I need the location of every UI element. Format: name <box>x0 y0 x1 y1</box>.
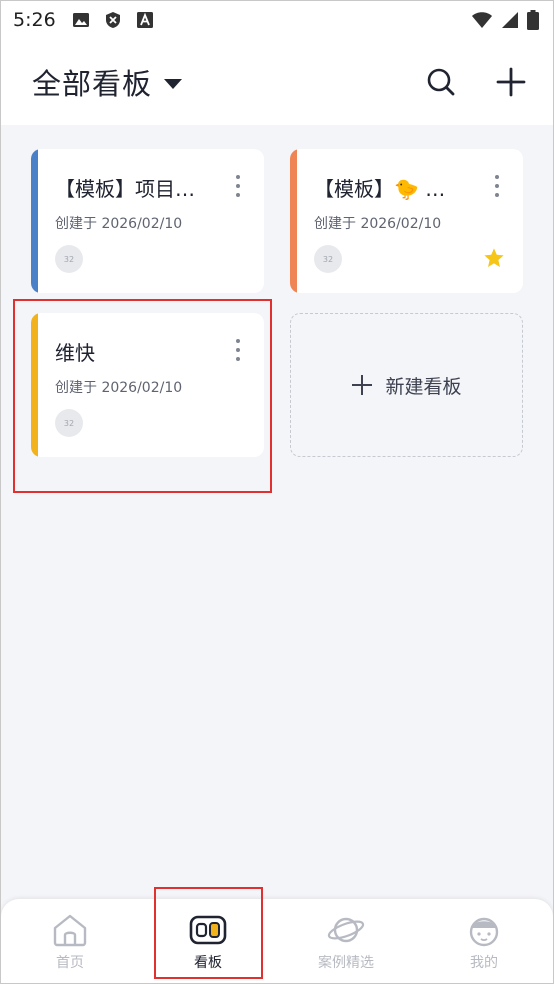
board-filter-title[interactable]: 全部看板 <box>32 61 152 103</box>
nav-label-me: 我的 <box>470 955 498 971</box>
nav-label-home: 首页 <box>56 955 84 971</box>
board-created-date: 创建于 2026/02/10 <box>55 380 183 396</box>
more-options-icon[interactable] <box>489 175 505 197</box>
board-title: 维快 <box>55 341 95 365</box>
board-title: 【模板】项目… <box>55 177 195 201</box>
star-icon[interactable] <box>483 247 505 269</box>
more-options-icon[interactable] <box>230 175 246 197</box>
new-board-button[interactable]: 新建看板 <box>290 313 523 457</box>
board-created-date: 创建于 2026/02/10 <box>55 216 183 232</box>
profile-face-icon <box>469 917 499 947</box>
plus-icon <box>496 67 526 97</box>
wifi-icon <box>472 12 492 28</box>
font-icon <box>136 12 153 28</box>
nav-item-board[interactable]: 看板 <box>139 899 277 983</box>
board-card-weikuai[interactable]: 维快 创建于 2026/02/10 32 <box>31 313 264 457</box>
card-accent-bar <box>290 149 297 293</box>
planet-icon <box>327 917 365 943</box>
board-card-template-chick[interactable]: 【模板】🐤 … 创建于 2026/02/10 32 <box>290 149 523 293</box>
search-button[interactable] <box>425 66 457 98</box>
status-time: 5:26 <box>13 9 56 31</box>
bottom-nav: 首页 看板 案例精选 我的 <box>1 899 553 983</box>
search-icon <box>427 68 455 96</box>
card-accent-bar <box>31 149 38 293</box>
board-title: 【模板】🐤 … <box>314 177 446 201</box>
board-card-template-project[interactable]: 【模板】项目… 创建于 2026/02/10 32 <box>31 149 264 293</box>
nav-label-featured-cases: 案例精选 <box>318 955 374 971</box>
more-options-icon[interactable] <box>230 339 246 361</box>
battery-icon <box>527 10 539 30</box>
home-icon <box>53 914 87 947</box>
board-icon <box>189 915 227 945</box>
board-created-date: 创建于 2026/02/10 <box>314 216 442 232</box>
app-header: 全部看板 <box>1 39 553 125</box>
nav-item-home[interactable]: 首页 <box>1 899 139 983</box>
avatar: 32 <box>314 245 342 273</box>
avatar: 32 <box>55 409 83 437</box>
add-board-button[interactable] <box>495 66 527 98</box>
nav-item-featured-cases[interactable]: 案例精选 <box>277 899 415 983</box>
app-screen: 5:26 全部看板 【模板】项目… 创建于 2026/02/10 32 【模板】… <box>0 0 554 984</box>
signal-icon <box>502 12 518 28</box>
shield-icon <box>105 12 120 28</box>
card-accent-bar <box>31 313 38 457</box>
status-bar: 5:26 <box>1 1 553 39</box>
image-icon <box>72 13 89 27</box>
plus-icon <box>352 375 373 395</box>
nav-item-me[interactable]: 我的 <box>415 899 553 983</box>
header-actions <box>425 66 527 98</box>
status-right-group <box>471 10 539 30</box>
avatar: 32 <box>55 245 83 273</box>
nav-label-board: 看板 <box>194 955 222 971</box>
new-board-label: 新建看板 <box>385 375 462 398</box>
caret-down-icon[interactable] <box>164 79 183 89</box>
